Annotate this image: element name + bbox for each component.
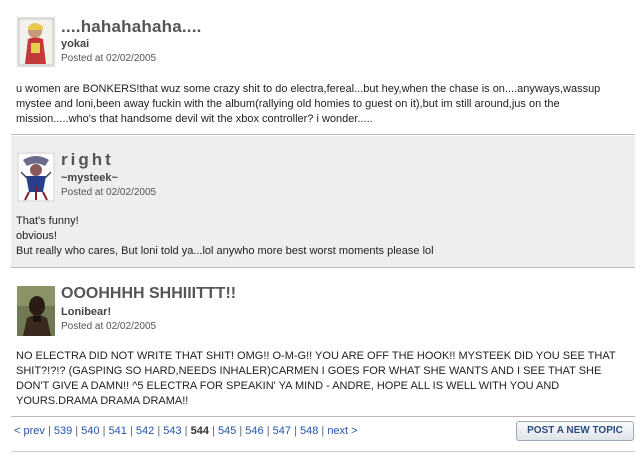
post-timestamp: Posted at 02/02/2005 <box>61 187 157 198</box>
page-link[interactable]: 539 <box>54 425 72 437</box>
pagination: < prev | 539 | 540 | 541 | 542 | 543 | 5… <box>14 425 358 437</box>
post-body: That's funny! obvious! But really who ca… <box>16 214 631 259</box>
forum-thread: ....hahahahaha.... yokai Posted at 02/02… <box>0 0 643 457</box>
post-body-line: That's funny! <box>16 215 79 227</box>
forum-post: ....hahahahaha.... yokai Posted at 02/02… <box>11 0 635 135</box>
user-avatar[interactable] <box>17 152 55 202</box>
post-timestamp: Posted at 02/02/2005 <box>61 53 157 64</box>
post-timestamp: Posted at 02/02/2005 <box>61 321 157 332</box>
post-author[interactable]: Lonibear! <box>61 306 111 318</box>
post-body: u women are BONKERS!that wuz some crazy … <box>16 82 631 127</box>
post-title: right <box>61 150 114 169</box>
post-new-topic-button[interactable]: POST A NEW TOPIC <box>516 421 634 441</box>
page-link[interactable]: 546 <box>245 425 263 437</box>
post-title: OOOHHHH SHHIIITTT!! <box>61 285 237 302</box>
page-link[interactable]: 543 <box>163 425 181 437</box>
post-body-line: obvious! <box>16 230 57 242</box>
post-title: ....hahahahaha.... <box>61 17 202 36</box>
page-link[interactable]: 547 <box>273 425 291 437</box>
post-body-text: u women are BONKERS!that wuz some crazy … <box>16 83 601 125</box>
prev-page-link[interactable]: < prev <box>14 425 45 437</box>
page-link[interactable]: 545 <box>218 425 236 437</box>
page-link[interactable]: 548 <box>300 425 318 437</box>
page-link[interactable]: 541 <box>109 425 127 437</box>
post-body: NO ELECTRA DID NOT WRITE THAT SHIT! OMG!… <box>16 349 631 409</box>
page-link[interactable]: 540 <box>81 425 99 437</box>
forum-post: right ~mysteek~ Posted at 02/02/2005 Tha… <box>11 136 635 268</box>
next-page-link[interactable]: next > <box>327 425 357 437</box>
post-body-line: But really who cares, But loni told ya..… <box>16 245 434 257</box>
forum-post: OOOHHHH SHHIIITTT!! Lonibear! Posted at … <box>11 269 635 417</box>
user-avatar[interactable] <box>17 286 55 336</box>
divider <box>11 451 635 452</box>
post-author[interactable]: ~mysteek~ <box>61 172 118 184</box>
user-avatar[interactable] <box>17 17 55 67</box>
post-body-text: NO ELECTRA DID NOT WRITE THAT SHIT! OMG!… <box>16 350 616 407</box>
post-author[interactable]: yokai <box>61 38 89 50</box>
page-link[interactable]: 542 <box>136 425 154 437</box>
current-page: 544 <box>190 425 209 437</box>
